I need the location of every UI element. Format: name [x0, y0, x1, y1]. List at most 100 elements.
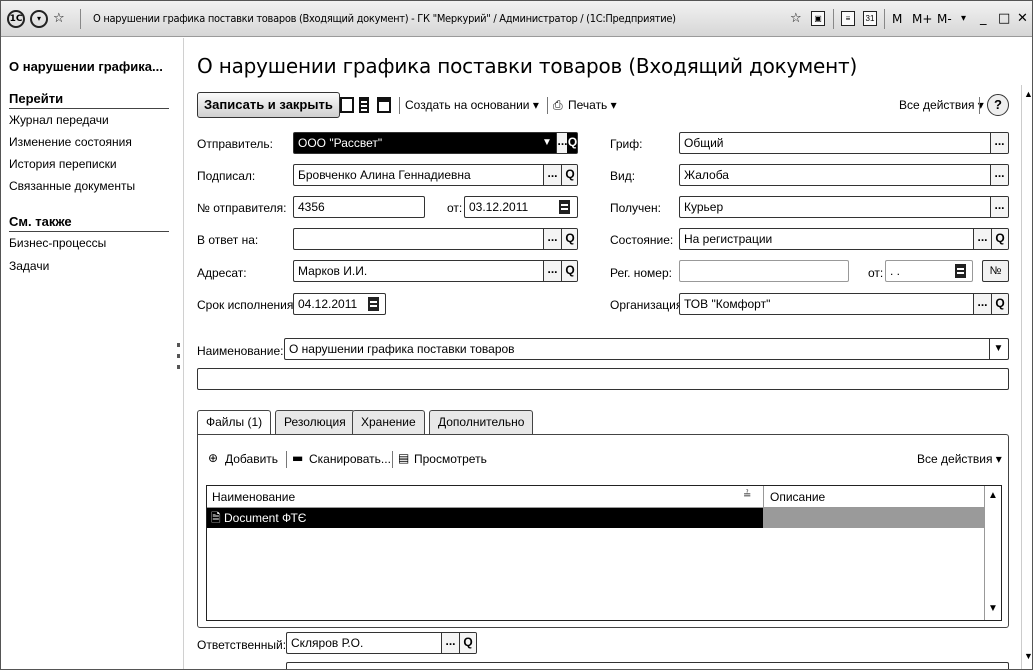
signed-search-icon[interactable]: Q [561, 165, 577, 185]
organization-field[interactable]: ТОВ "Комфорт" ... Q [679, 293, 1009, 315]
view-icon[interactable]: ▤ [398, 451, 409, 465]
memory-mminus-button[interactable]: M- [937, 10, 952, 28]
nav-link-correspondence-history[interactable]: История переписки [9, 157, 117, 171]
form-scrollbar[interactable]: ▲ ▼ [1021, 85, 1032, 669]
help-button[interactable]: ? [987, 94, 1009, 116]
reply-search-icon[interactable]: Q [561, 229, 577, 249]
column-header-description[interactable]: Описание [770, 490, 825, 504]
name-dropdown-icon[interactable]: ▼ [989, 339, 1007, 359]
scroll-up-icon[interactable]: ▲ [988, 490, 998, 501]
list-icon[interactable] [359, 97, 369, 113]
app-logo-icon[interactable]: 1С [7, 10, 25, 28]
addressee-choose-button[interactable]: ... [543, 261, 561, 281]
favorite-star-icon[interactable]: ☆ [53, 10, 65, 28]
form-toolbar: Записать и закрыть Создать на основании … [197, 92, 1009, 118]
kind-field[interactable]: Жалоба ... [679, 164, 1009, 186]
splitter-grip-3[interactable] [177, 365, 180, 369]
splitter-grip[interactable] [177, 343, 180, 347]
reply-choose-button[interactable]: ... [543, 229, 561, 249]
comment-field[interactable] [197, 368, 1009, 390]
window-menu-icon[interactable]: ▾ [30, 10, 48, 28]
reg-date-field[interactable]: . . [885, 260, 973, 282]
column-header-name[interactable]: Наименование [212, 490, 295, 504]
save-icon[interactable] [340, 97, 354, 113]
nav-link-business-processes[interactable]: Бизнес-процессы [9, 236, 106, 250]
add-icon[interactable]: ⊕ [208, 451, 218, 465]
sort-icon[interactable]: ≟ [743, 490, 751, 501]
state-search-icon[interactable]: Q [991, 229, 1008, 249]
files-all-actions-button[interactable]: Все действия ▾ [917, 452, 1002, 466]
scanner-icon[interactable]: ▬ [292, 451, 303, 465]
post-document-icon[interactable] [377, 97, 391, 113]
signed-choose-button[interactable]: ... [543, 165, 561, 185]
regno-field[interactable] [679, 260, 849, 282]
sender-search-icon[interactable]: Q [567, 133, 577, 153]
responsible-field[interactable]: Скляров Р.О. ... Q [286, 632, 477, 654]
received-field[interactable]: Курьер ... [679, 196, 1009, 218]
sender-date-field[interactable]: 03.12.2011 [464, 196, 578, 218]
dropdown-arrow-icon[interactable]: ▾ [961, 10, 966, 28]
responsible-choose-button[interactable]: ... [441, 633, 459, 653]
responsible-value: Скляров Р.О. [291, 636, 364, 650]
state-field[interactable]: На регистрации ... Q [679, 228, 1009, 250]
received-choose-button[interactable]: ... [990, 197, 1008, 217]
view-button[interactable]: Просмотреть [414, 452, 487, 466]
calendar-icon-reg[interactable] [955, 264, 966, 278]
organization-choose-button[interactable]: ... [973, 294, 991, 314]
scan-button[interactable]: Сканировать... [309, 452, 391, 466]
calculator-icon[interactable]: ≡ [841, 11, 855, 26]
name-field[interactable]: О нарушении графика поставки товаров ▼ [284, 338, 1009, 360]
deadline-field[interactable]: 04.12.2011 [293, 293, 386, 315]
table-row[interactable]: 🗎 Document ФТЄ [207, 508, 763, 528]
scroll-down-icon[interactable]: ▼ [988, 603, 998, 614]
calendar-icon-sender[interactable] [559, 200, 570, 214]
responsible-search-icon[interactable]: Q [459, 633, 476, 653]
print-button[interactable]: Печать ▾ [568, 98, 617, 112]
nav-link-related-documents[interactable]: Связанные документы [9, 179, 135, 193]
tab-additional[interactable]: Дополнительно [429, 410, 534, 434]
memory-mplus-button[interactable]: M+ [912, 10, 932, 28]
addressee-field[interactable]: Марков И.И. ... Q [293, 260, 578, 282]
favorite-star-icon-2[interactable]: ☆ [790, 10, 802, 28]
state-choose-button[interactable]: ... [973, 229, 991, 249]
nav-link-tasks[interactable]: Задачи [9, 259, 49, 273]
files-separator-2 [392, 451, 393, 468]
title-separator-2 [833, 9, 834, 29]
organization-search-icon[interactable]: Q [991, 294, 1008, 314]
files-separator [286, 451, 287, 468]
save-and-close-button[interactable]: Записать и закрыть [197, 92, 340, 118]
memory-m-button[interactable]: M [892, 10, 902, 28]
files-table[interactable]: Наименование ≟ Описание 🗎 Document ФТЄ ▲… [206, 485, 1002, 621]
nav-link-state-change[interactable]: Изменение состояния [9, 135, 132, 149]
add-file-button[interactable]: Добавить [225, 452, 278, 466]
reply-field[interactable]: ... Q [293, 228, 578, 250]
sender-number-field[interactable]: 4356 [293, 196, 425, 218]
sender-dropdown-icon[interactable]: ▼ [540, 133, 554, 153]
next-field-partial[interactable] [286, 662, 1009, 669]
number-button[interactable]: № [982, 260, 1009, 282]
nav-link-transfer-log[interactable]: Журнал передачи [9, 113, 109, 127]
calendar-icon[interactable]: 31 [863, 11, 877, 26]
grif-field[interactable]: Общий ... [679, 132, 1009, 154]
form-scroll-up-icon[interactable]: ▲ [1024, 89, 1032, 99]
grif-choose-button[interactable]: ... [990, 133, 1008, 153]
addressee-search-icon[interactable]: Q [561, 261, 577, 281]
splitter-grip-2[interactable] [177, 354, 180, 358]
tab-resolution[interactable]: Резолюция [275, 410, 355, 434]
form-scroll-down-icon[interactable]: ▼ [1024, 651, 1032, 661]
tab-files[interactable]: Файлы (1) [197, 410, 272, 435]
bookmark-icon[interactable]: ▣ [811, 11, 825, 26]
close-button[interactable]: ✕ [1017, 10, 1028, 28]
sender-field[interactable]: ООО "Рассвет" ▼ ... Q [293, 132, 578, 154]
kind-choose-button[interactable]: ... [990, 165, 1008, 185]
tab-storage[interactable]: Хранение [352, 410, 425, 434]
printer-icon[interactable]: ⎙ [553, 98, 563, 113]
restore-button[interactable]: □ [998, 10, 1010, 28]
deadline-value: 04.12.2011 [298, 297, 358, 311]
table-scrollbar[interactable]: ▲ ▼ [984, 486, 1001, 620]
signed-field[interactable]: Бровченко Алина Геннадиевна ... Q [293, 164, 578, 186]
all-actions-button[interactable]: Все действия ▾ [899, 98, 984, 112]
create-based-on-button[interactable]: Создать на основании ▾ [405, 98, 539, 112]
minimize-button[interactable]: _ [980, 10, 987, 28]
calendar-icon-deadline[interactable] [368, 297, 379, 311]
